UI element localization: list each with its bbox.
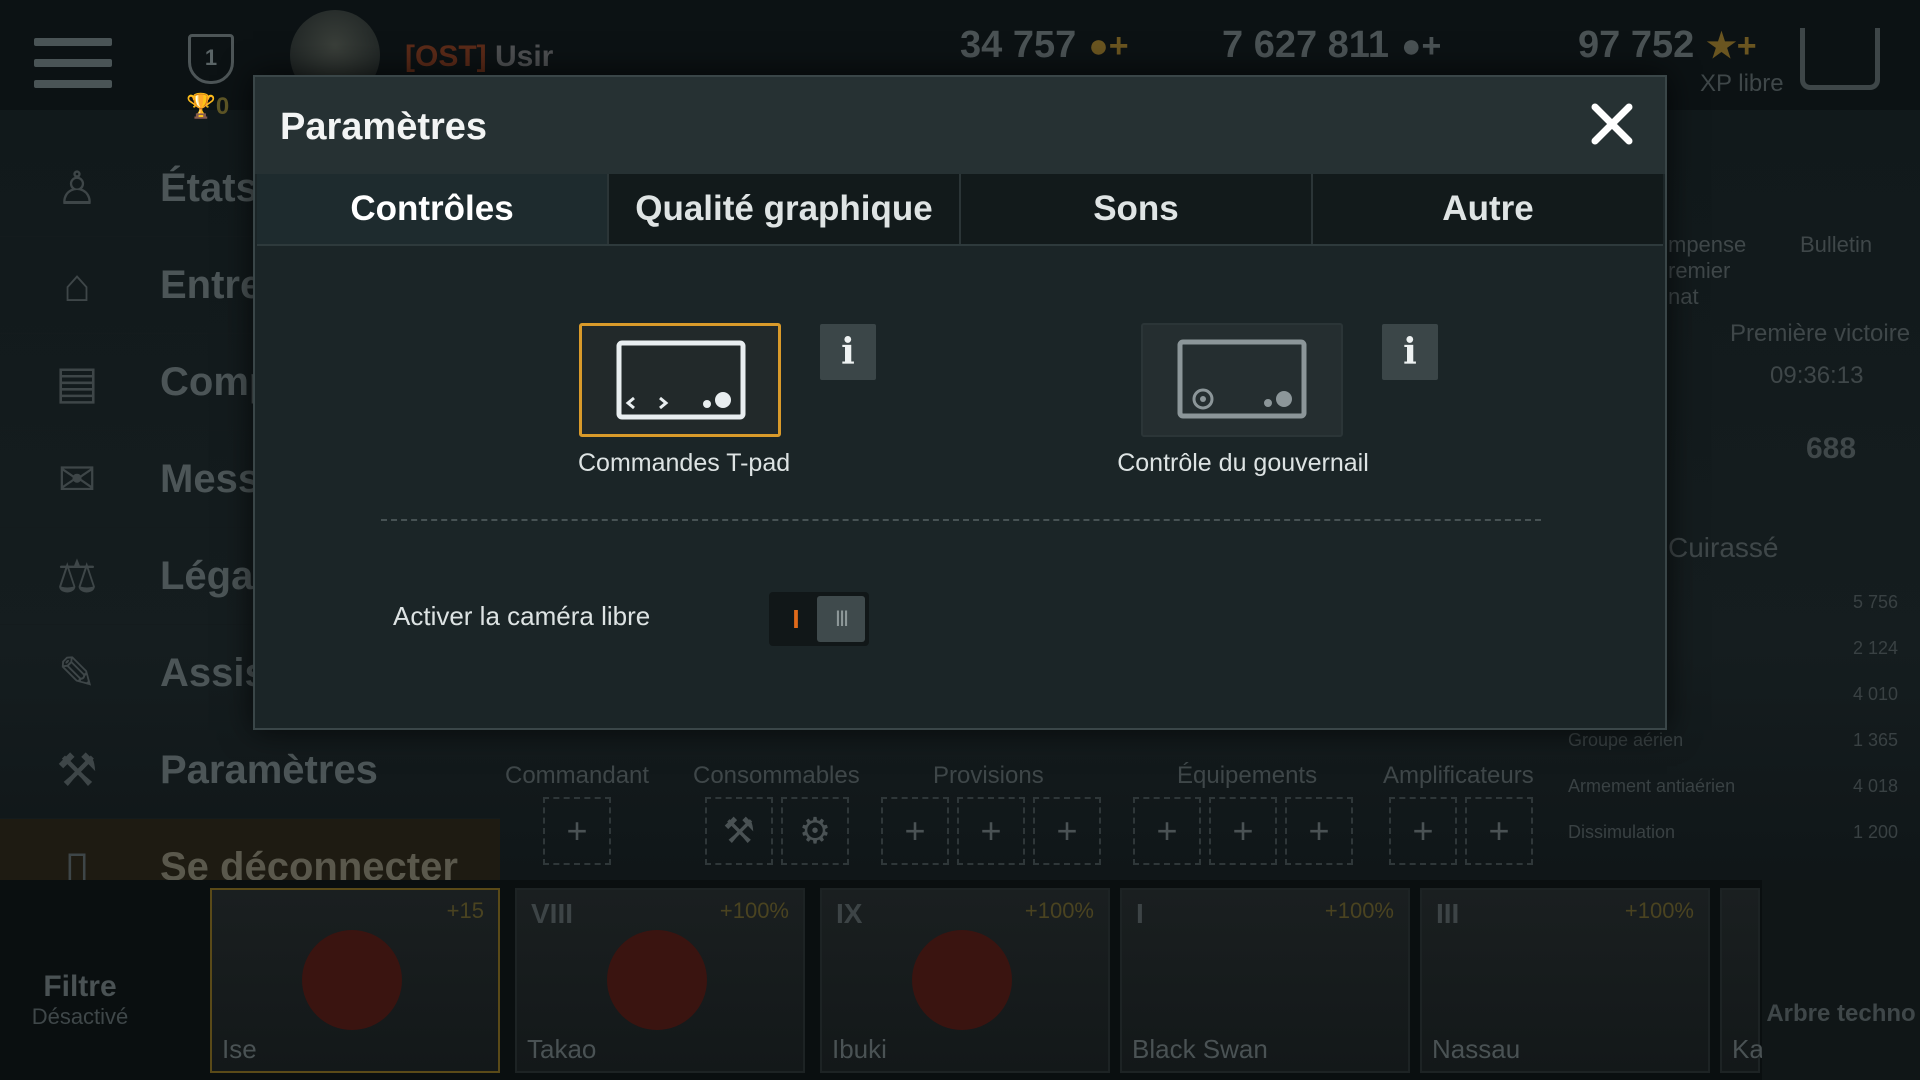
trophy-icon: 🏆0 (186, 93, 230, 120)
cart-icon[interactable] (1800, 28, 1880, 90)
ship-name: Black Swan (1132, 1034, 1268, 1064)
clan-tag: [OST] (405, 40, 487, 73)
pencil-icon: ✎ (57, 647, 97, 699)
ship-card[interactable]: VIII +100% Takao (515, 888, 805, 1073)
profile-card-icon: ▤ (55, 356, 99, 408)
tech-tree-button[interactable]: Arbre techno (1762, 880, 1920, 1080)
free-xp-label: XP libre (1700, 70, 1784, 97)
ship-name: Ise (222, 1034, 257, 1064)
rudder-controls-icon (1177, 339, 1307, 419)
stat-row: Dissimulation 1 200 (1568, 822, 1898, 842)
toggle-off-indicator: I (792, 604, 800, 634)
slot-provision[interactable]: + (881, 797, 949, 865)
admiral-icon: ♙ (56, 162, 98, 214)
side-item-label: États (160, 165, 258, 210)
close-x-icon (1591, 103, 1633, 145)
scales-icon: ⚖ (56, 550, 98, 602)
credits-icon: ●+ (1400, 27, 1442, 65)
first-victory-label: Première victoire (1730, 320, 1911, 347)
menu-hamburger-icon[interactable] (34, 38, 112, 88)
ship-xp: 688 (1806, 432, 1857, 465)
slot-category: Commandant (505, 762, 650, 789)
side-item-label: Légal (160, 553, 265, 598)
close-button[interactable] (1587, 99, 1637, 149)
player-name: [OST] Usir (405, 40, 553, 74)
tpad-controls-label: Commandes T-pad (578, 449, 791, 477)
ship-name: Ibuki (832, 1034, 887, 1064)
tab-graphics-quality[interactable]: Qualité graphique (609, 174, 961, 244)
slot-consumable[interactable]: ⚙ (781, 797, 849, 865)
credits-balance[interactable]: 7 627 811 ●+ (1222, 24, 1441, 67)
slot-provision[interactable]: + (957, 797, 1025, 865)
slot-booster[interactable]: + (1389, 797, 1457, 865)
slot-provision[interactable]: + (1033, 797, 1101, 865)
doubloons-balance[interactable]: 34 757 ●+ (960, 24, 1129, 67)
slot-booster[interactable]: + (1465, 797, 1533, 865)
stat-row: Groupe aérien 1 365 (1568, 730, 1898, 750)
ship-card[interactable]: III +100% Nassau (1420, 888, 1710, 1073)
toggle-knob[interactable]: III (817, 596, 865, 642)
dialog-title: Paramètres (280, 106, 488, 148)
tab-other[interactable]: Autre (1313, 174, 1663, 244)
first-victory-timer: 09:36:13 (1770, 362, 1864, 389)
slot-equipment[interactable]: + (1209, 797, 1277, 865)
rank-level: 1 (204, 45, 218, 70)
free-camera-label: Activer la caméra libre (393, 601, 651, 631)
free-xp-balance[interactable]: 97 752 ★+ (1578, 24, 1757, 67)
trophy-count: 0 (215, 93, 230, 120)
tpad-controls-option[interactable] (579, 323, 781, 437)
wrench-icon: ⚒ (56, 744, 98, 796)
doubloons-icon: ●+ (1088, 27, 1129, 65)
ship-card[interactable]: I +100% Black Swan (1120, 888, 1410, 1073)
free-xp-value: 97 752 (1578, 24, 1695, 66)
free-camera-toggle[interactable]: I III (769, 592, 869, 646)
slot-category: Équipements (1177, 762, 1318, 789)
credits-value: 7 627 811 (1222, 24, 1389, 66)
rank-shield-icon: 1 (188, 34, 234, 84)
ship-card[interactable]: +15 Ise (210, 888, 500, 1073)
rudder-controls-label: Contrôle du gouvernail (1117, 449, 1369, 477)
tab-controls[interactable]: Contrôles (257, 174, 609, 244)
mail-icon: ✉ (57, 453, 97, 505)
tech-tree-label: Arbre techno (1766, 1000, 1916, 1027)
ship-name: Takao (527, 1034, 597, 1064)
stat-row: Armement antiaérien 4 018 (1568, 776, 1898, 796)
reward-label: mpense remier nat (1668, 232, 1747, 309)
side-item-label: Paramètres (160, 747, 378, 792)
slot-consumable[interactable]: ⚒ (705, 797, 773, 865)
tab-sounds[interactable]: Sons (961, 174, 1313, 244)
ship-card[interactable]: Kai (1720, 888, 1770, 1073)
slot-category: Consommables (693, 762, 860, 789)
slot-equipment[interactable]: + (1285, 797, 1353, 865)
doubloons-value: 34 757 (960, 24, 1077, 66)
ship-class: Cuirassé (1668, 532, 1779, 563)
side-item-settings[interactable]: ⚒ Paramètres (0, 722, 500, 819)
slot-commander[interactable]: + (543, 797, 611, 865)
player-nickname: Usir (495, 40, 554, 73)
tpad-info-button[interactable]: i (820, 324, 876, 380)
filter-title: Filtre (43, 970, 117, 1003)
dialog-header: Paramètres (255, 77, 1665, 174)
slot-equipment[interactable]: + (1133, 797, 1201, 865)
slot-category: Provisions (933, 762, 1044, 789)
warehouse-icon: ⌂ (63, 259, 91, 311)
tpad-controls-icon (616, 340, 746, 420)
slot-category: Amplificateurs (1383, 762, 1534, 789)
settings-dialog: Paramètres Contrôles Qualité graphique S… (253, 75, 1667, 730)
settings-tabs: Contrôles Qualité graphique Sons Autre (257, 174, 1663, 246)
bulletin-label[interactable]: Bulletin (1800, 232, 1872, 258)
rudder-info-button[interactable]: i (1382, 324, 1438, 380)
filter-button[interactable]: Filtre Désactivé (30, 920, 130, 1030)
filter-state: Désactivé (31, 1004, 129, 1029)
section-divider (381, 519, 1541, 521)
free-xp-star-icon: ★+ (1706, 27, 1757, 65)
rudder-controls-option[interactable] (1141, 323, 1343, 437)
ship-name: Nassau (1432, 1034, 1521, 1064)
ship-card[interactable]: IX +100% Ibuki (820, 888, 1110, 1073)
